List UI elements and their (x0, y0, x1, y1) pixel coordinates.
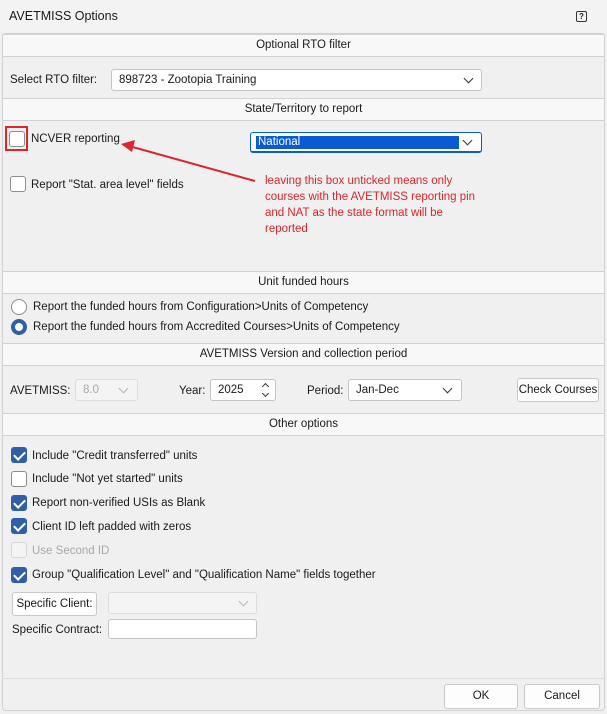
year-value: 2025 (218, 384, 244, 396)
window-title: AVETMISS Options (9, 9, 118, 23)
period-value: Jan-Dec (356, 384, 399, 396)
group-qualification-label: Group "Qualification Level" and "Qualifi… (32, 569, 376, 581)
annotation-text: leaving this box unticked means only cou… (265, 175, 476, 235)
funded-config-radio[interactable] (11, 299, 27, 315)
specific-client-button[interactable]: Specific Client: (12, 592, 97, 616)
rto-filter-header: Optional RTO filter (2, 34, 605, 57)
spin-down-icon[interactable] (261, 389, 270, 398)
funded-hours-header: Unit funded hours (2, 271, 605, 294)
annotation-arrow-icon (121, 140, 256, 182)
ok-button[interactable]: OK (444, 684, 518, 709)
chevron-down-icon (118, 383, 129, 394)
use-second-id-label: Use Second ID (32, 545, 110, 557)
chevron-down-icon (462, 135, 473, 146)
help-icon[interactable]: ? (576, 11, 587, 22)
ncver-reporting-checkbox[interactable] (9, 131, 25, 147)
year-label: Year: (179, 385, 206, 397)
specific-client-select[interactable] (108, 592, 257, 614)
group-qualification-checkbox[interactable] (11, 567, 27, 583)
cancel-button[interactable]: Cancel (524, 684, 600, 709)
period-label: Period: (307, 385, 344, 397)
state-value: National (258, 136, 301, 148)
version-header: AVETMISS Version and collection period (2, 343, 605, 366)
client-id-padded-label: Client ID left padded with zeros (32, 521, 192, 533)
period-select[interactable]: Jan-Dec (348, 379, 462, 401)
funded-config-label: Report the funded hours from Configurati… (33, 301, 369, 313)
avetmiss-version-value: 8.0 (83, 384, 99, 396)
funded-accredited-radio[interactable] (11, 319, 27, 335)
check-courses-button[interactable]: Check Courses (517, 378, 599, 402)
state-header: State/Territory to report (2, 98, 605, 121)
other-options-header: Other options (2, 413, 605, 436)
non-verified-usi-checkbox[interactable] (11, 495, 27, 511)
avetmiss-version-select[interactable]: 8.0 (75, 379, 138, 401)
chevron-down-icon (463, 73, 474, 84)
ncver-reporting-label: NCVER reporting (31, 133, 120, 145)
chevron-down-icon (442, 383, 453, 394)
stat-area-checkbox[interactable] (10, 176, 26, 192)
title-bar: AVETMISS Options ? (0, 0, 607, 32)
specific-contract-label: Specific Contract: (12, 624, 103, 636)
credit-transferred-label: Include "Credit transferred" units (32, 450, 198, 462)
use-second-id-checkbox[interactable] (11, 542, 27, 558)
footer-divider (2, 678, 605, 679)
not-yet-started-checkbox[interactable] (11, 471, 27, 487)
rto-filter-select[interactable]: 898723 - Zootopia Training (111, 69, 482, 91)
client-id-padded-checkbox[interactable] (11, 518, 27, 534)
non-verified-usi-label: Report non-verified USIs as Blank (32, 497, 206, 509)
specific-contract-input[interactable] (108, 619, 257, 639)
chevron-down-icon (238, 596, 249, 607)
credit-transferred-checkbox[interactable] (11, 447, 27, 463)
state-select[interactable]: National (250, 132, 482, 153)
rto-filter-label: Select RTO filter: (10, 74, 98, 86)
avetmiss-label: AVETMISS: (10, 385, 71, 397)
year-spinner[interactable]: 2025 (210, 379, 276, 401)
rto-filter-value: 898723 - Zootopia Training (119, 74, 257, 86)
not-yet-started-label: Include "Not yet started" units (32, 473, 183, 485)
funded-accredited-label: Report the funded hours from Accredited … (33, 321, 400, 333)
